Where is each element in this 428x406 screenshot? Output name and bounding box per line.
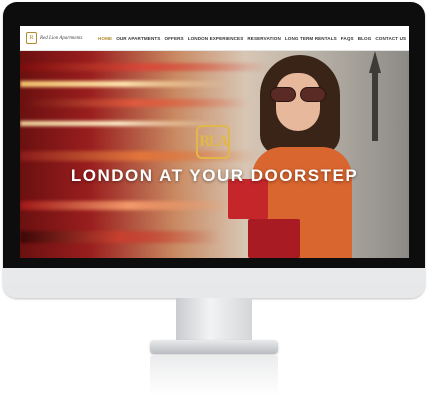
nav-item-long-term-rentals[interactable]: LONG TERM RENTALS [285,36,337,41]
monitor-stand-neck [176,298,252,344]
sunglasses [270,87,326,102]
main-menu: HOME OUR APARTMENTS OFFERS LONDON EXPERI… [98,36,406,41]
motion-blur-streak [20,201,240,210]
nav-item-faqs[interactable]: FAQS [341,36,354,41]
motion-blur-streak [20,121,220,126]
nav-item-reservation[interactable]: RESERVATION [247,36,281,41]
motion-blur-streak [20,63,270,71]
stand-reflection [150,356,278,396]
nav-item-london-experiences[interactable]: LONDON EXPERIENCES [188,36,244,41]
nav-item-offers[interactable]: OFFERS [164,36,183,41]
site-header: R Red Lion Apartments HOME OUR APARTMENT… [20,26,409,51]
hero-woman-with-shopping-bags [228,51,360,258]
church-spire [369,51,381,73]
logo-text: Red Lion Apartments [40,35,83,41]
hero-banner: RLA LONDON AT YOUR DOORSTEP [20,51,409,258]
logo-mark-icon: R [26,32,37,44]
nav-item-contact-us[interactable]: CONTACT US [375,36,406,41]
motion-blur-streak [20,81,230,87]
nav-item-home[interactable]: HOME [98,36,112,41]
hero-logo-icon: RLA [196,125,230,159]
motion-blur-streak [20,231,220,243]
church-tower [372,71,378,141]
hero-title: LONDON AT YOUR DOORSTEP [70,166,359,185]
nav-item-blog[interactable]: BLOG [358,36,372,41]
nav-item-our-apartments[interactable]: OUR APARTMENTS [116,36,160,41]
monitor-stand-base [150,340,278,354]
site-logo[interactable]: R Red Lion Apartments [26,32,96,44]
shopping-bag [248,219,300,258]
website-screen: R Red Lion Apartments HOME OUR APARTMENT… [20,26,409,258]
motion-blur-streak [20,99,250,107]
